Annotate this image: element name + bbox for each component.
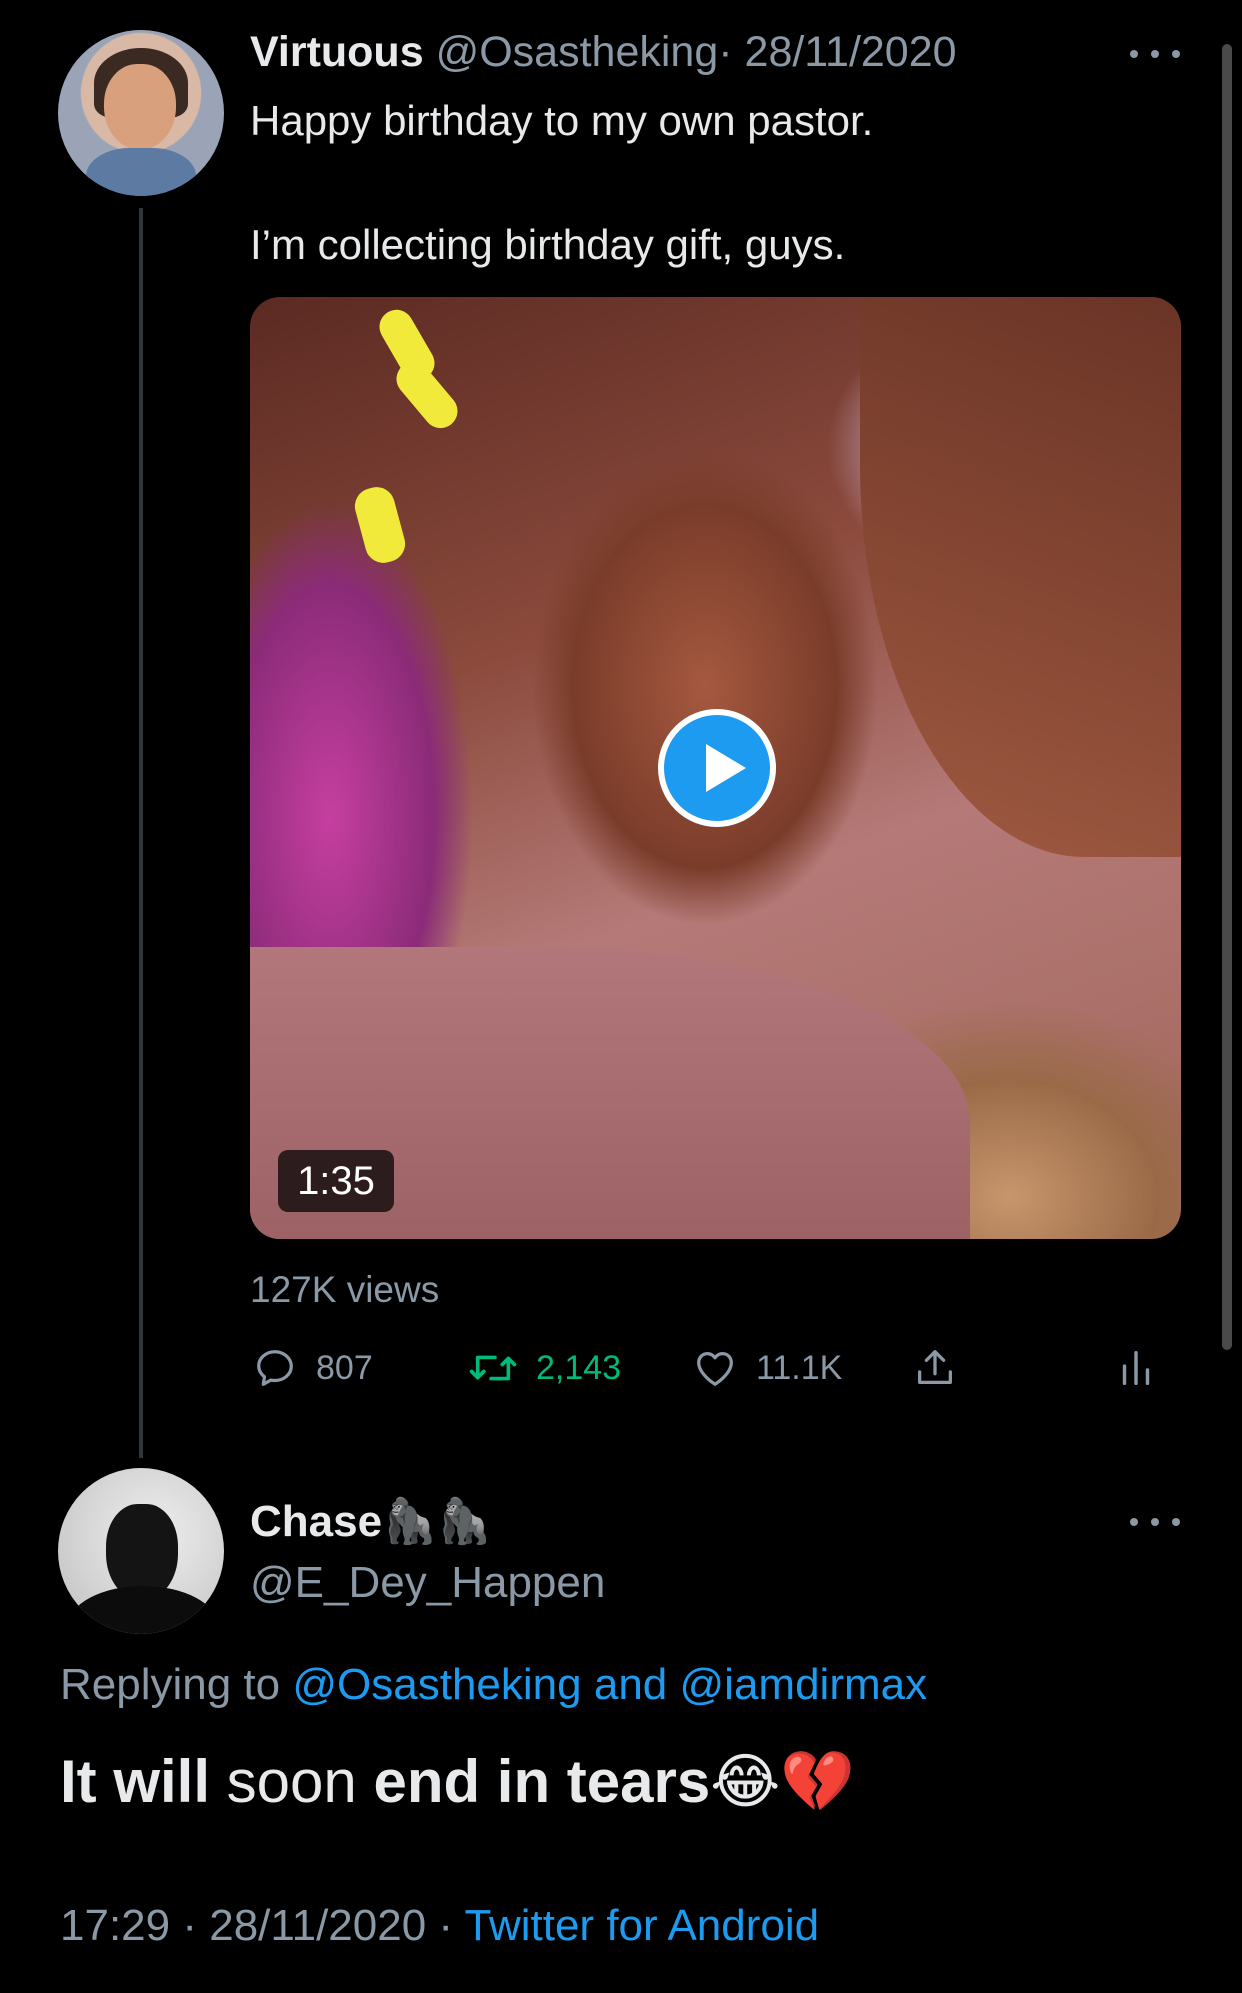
- video-duration: 1:35: [278, 1150, 394, 1212]
- meta-separator-1: ·: [182, 1901, 197, 1950]
- like-count: 11.1K: [756, 1348, 843, 1387]
- scrollbar[interactable]: [1222, 44, 1232, 1350]
- date-separator: ·: [718, 28, 733, 76]
- avatar-silhouette-body: [68, 1586, 218, 1634]
- analytics-icon: [1122, 1350, 1150, 1386]
- author-avatar[interactable]: [58, 30, 224, 196]
- reply-author-avatar[interactable]: [58, 1468, 224, 1634]
- view-count: 127K views: [250, 1269, 440, 1310]
- retweet-button[interactable]: 2,143: [468, 1338, 621, 1398]
- share-icon: [918, 1350, 952, 1385]
- replying-prefix: Replying to: [60, 1660, 281, 1709]
- avatar-body: [86, 148, 196, 196]
- video-player[interactable]: 1:35: [250, 297, 1181, 1239]
- tweet-text: Happy birthday to my own pastor. I’m col…: [250, 90, 1150, 276]
- reply-time: 17:29: [60, 1901, 171, 1950]
- reply-text: It will soon end in tears😂💔: [60, 1744, 855, 1820]
- meta-separator-2: ·: [438, 1901, 454, 1950]
- reply-source[interactable]: Twitter for Android: [465, 1901, 820, 1950]
- mention-link-1[interactable]: @Osastheking: [292, 1660, 581, 1709]
- reply-text-bold-2: end in tears😂💔: [373, 1748, 856, 1815]
- play-icon[interactable]: [658, 709, 776, 827]
- tweet-text-line2: I’m collecting birthday gift, guys.: [250, 221, 846, 268]
- tweet-text-line1: Happy birthday to my own pastor.: [250, 97, 874, 144]
- replying-to: Replying to @Osastheking and @iamdirmax: [60, 1657, 927, 1713]
- author-handle[interactable]: @Osastheking: [436, 28, 719, 76]
- reply-button[interactable]: 807: [252, 1338, 373, 1398]
- video-frame-arm: [860, 297, 1181, 857]
- tweet-header: Virtuous @Osastheking· 28/11/2020: [250, 26, 957, 78]
- author-name[interactable]: Virtuous: [250, 28, 424, 76]
- reply-text-regular: soon: [226, 1748, 357, 1815]
- mention-link-2[interactable]: @iamdirmax: [680, 1660, 928, 1709]
- reply-date: 28/11/2020: [209, 1901, 427, 1950]
- reply-meta: 17:29 · 28/11/2020 · Twitter for Android: [60, 1898, 819, 1954]
- retweet-count: 2,143: [536, 1348, 622, 1387]
- replying-and: and: [593, 1660, 668, 1709]
- reply-author-name[interactable]: Chase🦍🦍: [250, 1494, 492, 1550]
- reply-count: 807: [316, 1348, 373, 1387]
- analytics-button[interactable]: [1116, 1338, 1156, 1398]
- reply-more-icon[interactable]: [1130, 1512, 1180, 1532]
- share-button[interactable]: [912, 1338, 958, 1398]
- like-button[interactable]: 11.1K: [692, 1338, 842, 1398]
- reply-author-handle[interactable]: @E_Dey_Happen: [250, 1555, 605, 1611]
- like-icon: [697, 1351, 733, 1386]
- tweet-date[interactable]: 28/11/2020: [745, 28, 957, 76]
- retweet-icon: [469, 1355, 517, 1381]
- reply-text-bold-1: It will: [60, 1748, 210, 1815]
- video-frame-nails: [350, 303, 465, 567]
- reply-icon: [257, 1350, 293, 1386]
- avatar-face: [104, 64, 176, 150]
- thread-line: [139, 208, 143, 1458]
- more-icon[interactable]: [1130, 44, 1180, 64]
